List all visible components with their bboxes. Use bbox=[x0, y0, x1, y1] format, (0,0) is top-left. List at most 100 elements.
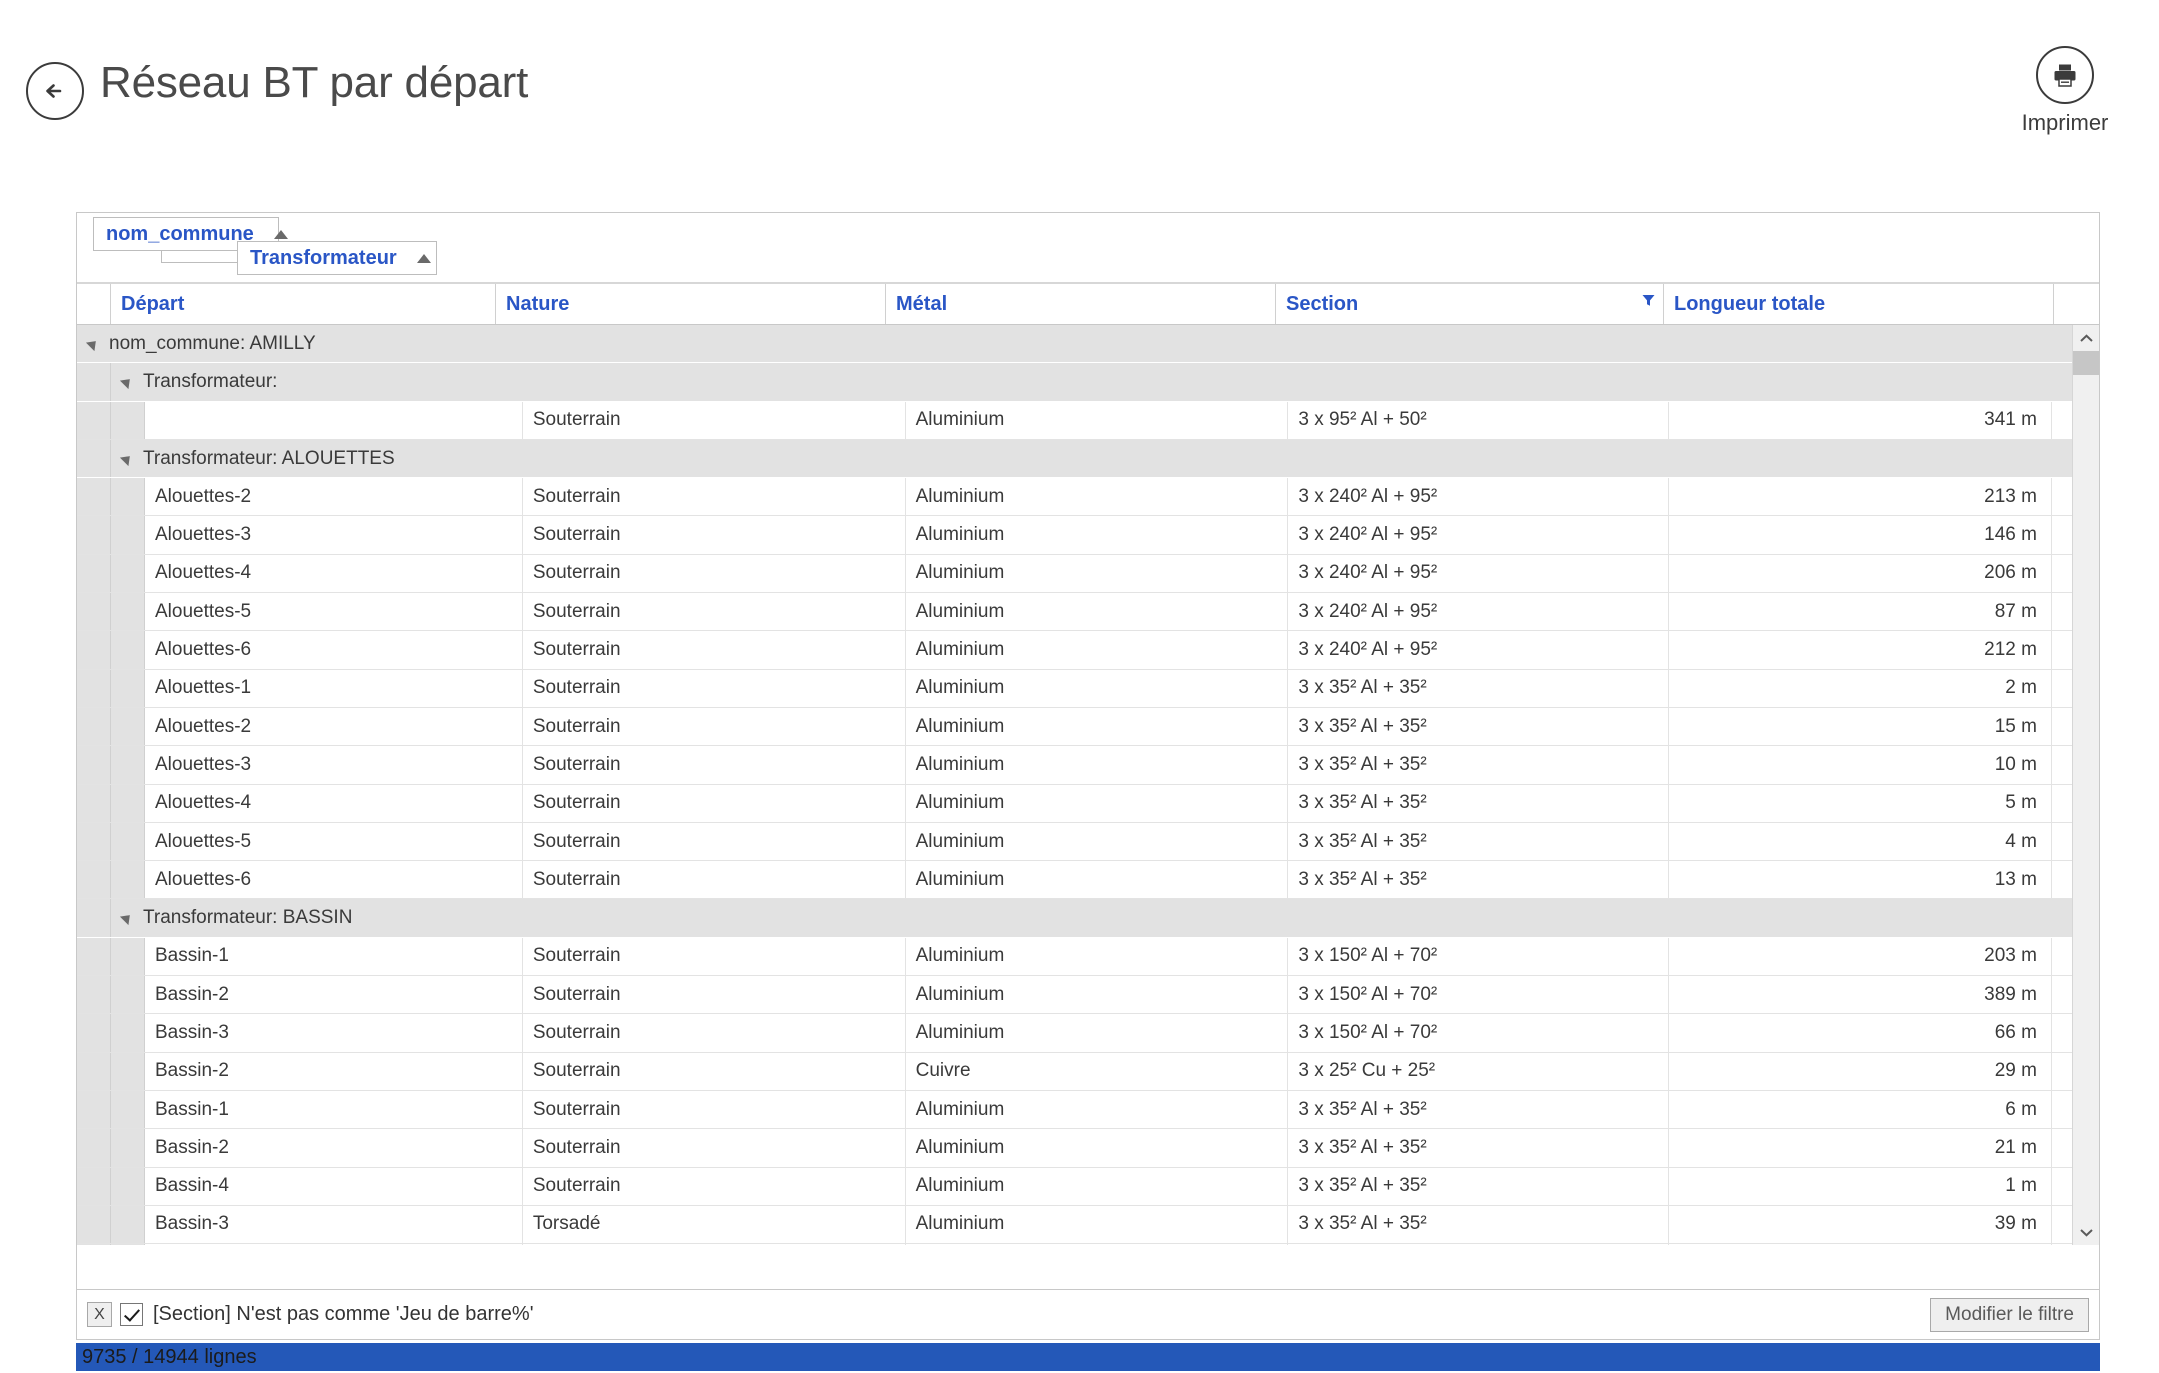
row-indent bbox=[77, 1244, 111, 1245]
row-indent bbox=[111, 1167, 145, 1205]
table-row[interactable]: Bassin-2 Souterrain Cuivre 3 x 25² Cu + 25²… bbox=[77, 1052, 2072, 1091]
group-indent bbox=[77, 899, 111, 937]
row-indent bbox=[77, 1205, 111, 1244]
cell-metal: Aluminium bbox=[906, 631, 1289, 669]
filter-funnel-icon[interactable] bbox=[1641, 293, 1656, 311]
remove-filter-button[interactable]: X bbox=[87, 1302, 112, 1327]
row-indent bbox=[77, 631, 111, 669]
cell-metal: Cuivre bbox=[906, 1052, 1289, 1090]
column-header-section[interactable]: Section bbox=[1276, 284, 1664, 324]
cell-metal: Aluminium bbox=[906, 478, 1289, 516]
group-header-content: nom_commune: AMILLY bbox=[77, 325, 2072, 362]
back-button[interactable] bbox=[26, 62, 84, 120]
table-row[interactable]: Bassin-2 Souterrain Aluminium 3 x 35² Al + … bbox=[77, 1129, 2072, 1168]
data-grid: nom_commune Transformateur Départ Nature… bbox=[76, 212, 2100, 1290]
scroll-down-button[interactable] bbox=[2073, 1219, 2099, 1245]
row-indent bbox=[111, 1090, 145, 1129]
cell-depart: Bassin-3 bbox=[145, 1244, 523, 1245]
table-row[interactable]: Bassin-1 Souterrain Aluminium 3 x 150² Al +… bbox=[77, 937, 2072, 977]
row-indent bbox=[111, 1052, 145, 1090]
row-indent bbox=[77, 1090, 111, 1129]
table-row[interactable]: Souterrain Aluminium 3 x 95² Al + 50² 341 m bbox=[77, 401, 2072, 440]
row-indent bbox=[77, 784, 111, 822]
scroll-up-button[interactable] bbox=[2073, 325, 2099, 351]
cell-section: 3 x 35² Al + 35² bbox=[1288, 1167, 1670, 1205]
vertical-scrollbar[interactable] bbox=[2072, 325, 2099, 1245]
cell-filler bbox=[2052, 823, 2072, 860]
row-indent bbox=[111, 554, 145, 593]
table-row[interactable]: Bassin-4 Souterrain Aluminium 3 x 35² Al + … bbox=[77, 1167, 2072, 1206]
table-row[interactable]: Alouettes-3 Souterrain Aluminium 3 x 35² Al… bbox=[77, 746, 2072, 785]
table-row[interactable]: Alouettes-6 Souterrain Aluminium 3 x 240² A… bbox=[77, 631, 2072, 670]
table-row[interactable]: Alouettes-4 Souterrain Aluminium 3 x 240² A… bbox=[77, 554, 2072, 594]
cell-long: 1 m bbox=[1669, 1167, 2052, 1205]
table-row[interactable]: Bassin-2 Souterrain Aluminium 3 x 150² Al +… bbox=[77, 976, 2072, 1015]
cell-metal: Aluminium bbox=[906, 937, 1289, 976]
row-indent bbox=[111, 976, 145, 1014]
column-header-longueur-totale[interactable]: Longueur totale bbox=[1664, 284, 2054, 324]
row-indent bbox=[111, 1014, 145, 1052]
group-by-panel[interactable]: nom_commune Transformateur bbox=[77, 213, 2099, 283]
table-row[interactable]: Alouettes-2 Souterrain Aluminium 3 x 240² A… bbox=[77, 478, 2072, 517]
collapse-triangle-icon[interactable] bbox=[119, 451, 135, 466]
collapse-triangle-icon[interactable] bbox=[119, 374, 135, 390]
column-header-depart[interactable]: Départ bbox=[111, 284, 496, 324]
table-row[interactable]: Alouettes-2 Souterrain Aluminium 3 x 35² Al… bbox=[77, 707, 2072, 747]
grid-rows: nom_commune: AMILLY Transformateur: Souter… bbox=[77, 325, 2072, 1245]
column-header-metal[interactable]: Métal bbox=[886, 284, 1276, 324]
group-header-label: Transformateur: bbox=[143, 370, 278, 392]
table-row[interactable]: Bassin-1 Souterrain Aluminium 3 x 35² Al + … bbox=[77, 1090, 2072, 1130]
cell-long: 39 m bbox=[1669, 1205, 2052, 1244]
row-indent bbox=[77, 516, 111, 554]
cell-depart: Alouettes-2 bbox=[145, 478, 523, 516]
row-indent bbox=[111, 822, 145, 861]
grid-body: nom_commune: AMILLY Transformateur: Souter… bbox=[77, 325, 2099, 1245]
table-row[interactable]: Bassin-3 Torsadé Aluminium 3 x 35² Al + 35²… bbox=[77, 1205, 2072, 1245]
printer-icon bbox=[2036, 46, 2094, 104]
cell-filler bbox=[2052, 861, 2072, 898]
sort-ascending-icon[interactable] bbox=[416, 253, 431, 263]
cell-metal: Aluminium bbox=[906, 1129, 1289, 1167]
scrollbar-thumb[interactable] bbox=[2073, 351, 2099, 375]
cell-depart: Alouettes-4 bbox=[145, 784, 523, 822]
table-row[interactable]: Alouettes-6 Souterrain Aluminium 3 x 35² Al… bbox=[77, 861, 2072, 900]
column-header-nature[interactable]: Nature bbox=[496, 284, 886, 324]
cell-filler bbox=[2052, 1091, 2072, 1128]
cell-nature: Souterrain bbox=[523, 669, 906, 707]
table-row[interactable]: Alouettes-3 Souterrain Aluminium 3 x 240² A… bbox=[77, 516, 2072, 555]
cell-nature: Souterrain bbox=[523, 976, 906, 1014]
group-header-row[interactable]: nom_commune: AMILLY bbox=[77, 325, 2072, 364]
cell-long: 146 m bbox=[1669, 516, 2052, 554]
cell-depart: Alouettes-4 bbox=[145, 554, 523, 593]
table-row[interactable]: Alouettes-5 Souterrain Aluminium 3 x 240² A… bbox=[77, 593, 2072, 632]
print-button[interactable]: Imprimer bbox=[2005, 46, 2125, 136]
cell-depart: Bassin-3 bbox=[145, 1205, 523, 1244]
row-indent bbox=[111, 631, 145, 669]
sort-ascending-icon[interactable] bbox=[273, 229, 288, 239]
collapse-triangle-icon[interactable] bbox=[119, 911, 135, 926]
table-row[interactable]: Alouettes-5 Souterrain Aluminium 3 x 35² Al… bbox=[77, 822, 2072, 862]
group-by-chip-transformateur[interactable]: Transformateur bbox=[237, 241, 437, 275]
cell-depart: Alouettes-3 bbox=[145, 516, 523, 554]
filter-enabled-checkbox[interactable] bbox=[120, 1303, 143, 1326]
cell-filler bbox=[2052, 670, 2072, 707]
collapse-triangle-icon[interactable] bbox=[85, 336, 101, 351]
group-header-label: Transformateur: ALOUETTES bbox=[143, 447, 395, 469]
edit-filter-button[interactable]: Modifier le filtre bbox=[1930, 1297, 2089, 1332]
row-indent bbox=[77, 822, 111, 861]
group-header-row[interactable]: Transformateur: BASSIN bbox=[77, 899, 2072, 938]
cell-long: 389 m bbox=[1669, 976, 2052, 1014]
cell-long: 206 m bbox=[1669, 554, 2052, 593]
group-header-row[interactable]: Transformateur: bbox=[77, 363, 2072, 402]
table-row[interactable]: Alouettes-1 Souterrain Aluminium 3 x 35² Al… bbox=[77, 669, 2072, 708]
cell-depart: Bassin-1 bbox=[145, 937, 523, 976]
cell-nature: Souterrain bbox=[523, 822, 906, 861]
cell-filler bbox=[2052, 478, 2072, 515]
row-indent bbox=[111, 1129, 145, 1167]
table-row[interactable]: Bassin-3AérienCuivre3 x 38² Cu + 29²237 … bbox=[77, 1244, 2072, 1245]
group-indent bbox=[77, 439, 111, 478]
table-row[interactable]: Bassin-3 Souterrain Aluminium 3 x 150² Al +… bbox=[77, 1014, 2072, 1053]
group-header-row[interactable]: Transformateur: ALOUETTES bbox=[77, 439, 2072, 479]
cell-depart: Bassin-3 bbox=[145, 1014, 523, 1052]
table-row[interactable]: Alouettes-4 Souterrain Aluminium 3 x 35² Al… bbox=[77, 784, 2072, 823]
